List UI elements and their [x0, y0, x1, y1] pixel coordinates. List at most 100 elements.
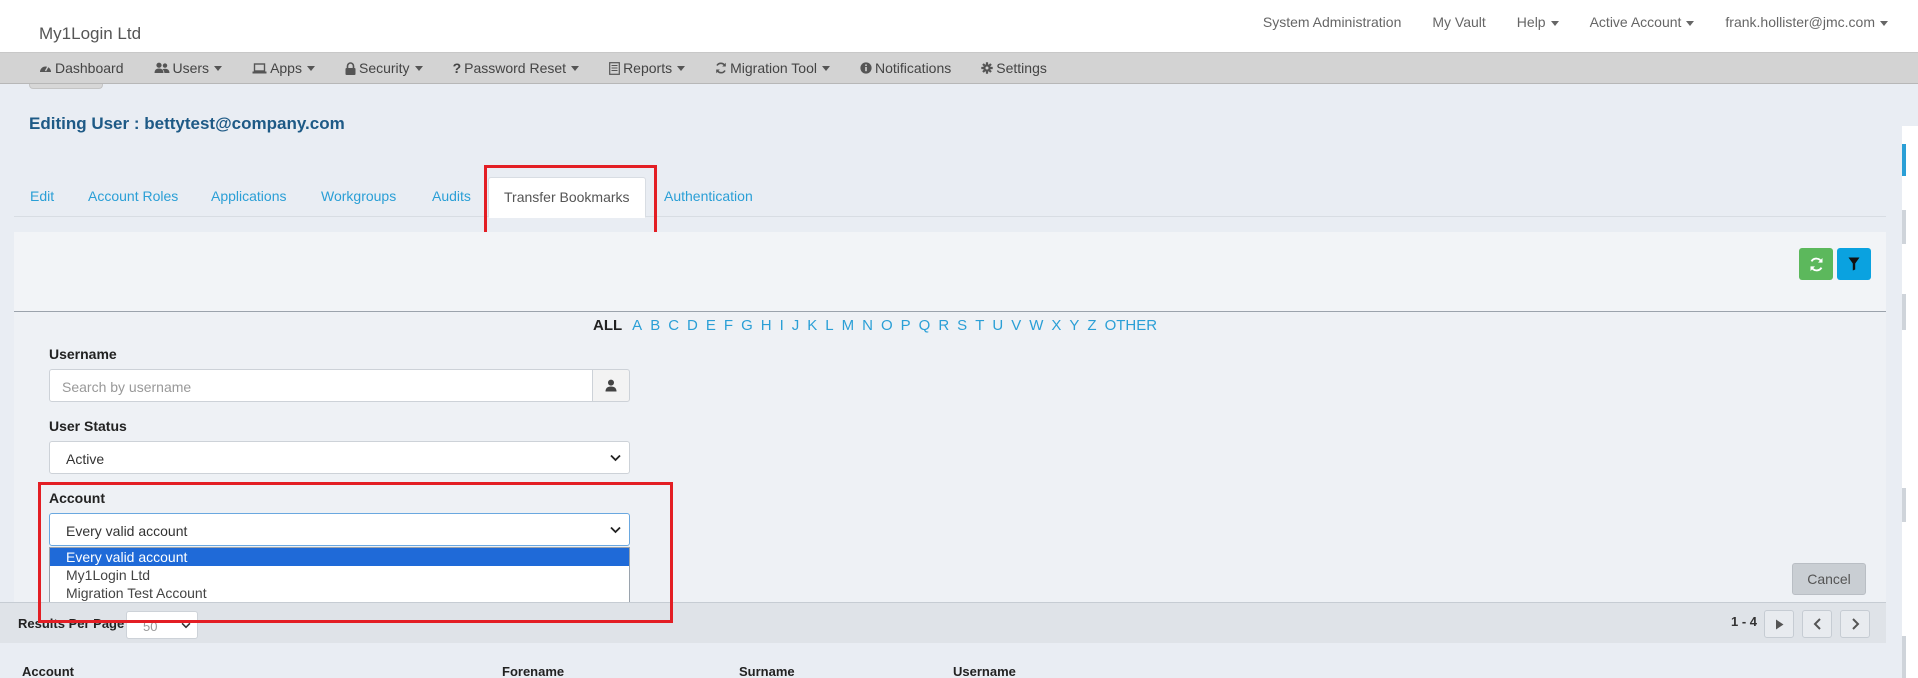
- link-label: Help: [1516, 14, 1546, 30]
- filter-button[interactable]: [1837, 248, 1871, 280]
- username-label: Username: [49, 346, 117, 362]
- nav-label: Apps: [270, 60, 302, 76]
- nav-dashboard[interactable]: Dashboard: [39, 60, 124, 76]
- column-surname[interactable]: Surname: [739, 664, 795, 678]
- link-label: My Vault: [1432, 14, 1486, 30]
- laptop-icon: [252, 62, 267, 73]
- play-icon: [1775, 619, 1783, 629]
- letter-m[interactable]: M: [842, 317, 855, 334]
- column-forename[interactable]: Forename: [502, 664, 564, 678]
- letter-c[interactable]: C: [668, 317, 679, 334]
- scroll-marker[interactable]: [1902, 488, 1906, 522]
- tab-applications[interactable]: Applications: [211, 188, 287, 204]
- nav-migration-tool[interactable]: Migration Tool: [715, 60, 830, 76]
- letter-w[interactable]: W: [1029, 317, 1043, 334]
- caret-down-icon: [822, 65, 830, 71]
- nav-apps[interactable]: Apps: [252, 60, 315, 76]
- letter-g[interactable]: G: [741, 317, 753, 334]
- gear-icon: [981, 62, 993, 74]
- refresh-icon: [1810, 257, 1822, 271]
- nav-reports[interactable]: Reports: [609, 60, 686, 76]
- letter-o[interactable]: O: [881, 317, 893, 334]
- play-button[interactable]: [1764, 610, 1794, 638]
- caret-down-icon: [1880, 20, 1888, 26]
- caret-down-icon: [1686, 20, 1695, 26]
- active-account-menu[interactable]: Active Account: [1590, 14, 1695, 30]
- tab-authentication[interactable]: Authentication: [664, 188, 753, 204]
- letter-u[interactable]: U: [992, 317, 1003, 334]
- tab-audits[interactable]: Audits: [432, 188, 471, 204]
- my-vault-link[interactable]: My Vault: [1432, 14, 1485, 30]
- letter-z[interactable]: Z: [1087, 317, 1096, 334]
- user-status-value: Active: [66, 451, 105, 467]
- user-status-select[interactable]: Active: [49, 441, 630, 474]
- question-icon: ?: [452, 60, 462, 76]
- link-label: frank.hollister@jmc.com: [1725, 14, 1875, 30]
- letter-y[interactable]: Y: [1069, 317, 1079, 334]
- letter-k[interactable]: K: [807, 317, 817, 334]
- letter-l[interactable]: L: [825, 317, 833, 334]
- letter-v[interactable]: V: [1011, 317, 1021, 334]
- letter-f[interactable]: F: [724, 317, 733, 334]
- letter-r[interactable]: R: [938, 317, 949, 334]
- letter-b[interactable]: B: [650, 317, 660, 334]
- scroll-marker[interactable]: [1902, 294, 1906, 330]
- nav-password-reset[interactable]: ? Password Reset: [453, 60, 580, 76]
- letter-e[interactable]: E: [706, 317, 716, 334]
- nav-label: Users: [172, 60, 210, 76]
- nav-settings[interactable]: Settings: [981, 60, 1047, 76]
- back-button-stub[interactable]: [29, 84, 103, 89]
- tab-account-roles[interactable]: Account Roles: [88, 188, 178, 204]
- tab-workgroups[interactable]: Workgroups: [321, 188, 396, 204]
- nav-notifications[interactable]: Notifications: [860, 60, 951, 76]
- nav-users[interactable]: Users: [154, 60, 223, 76]
- scroll-marker[interactable]: [1902, 636, 1906, 678]
- letter-p[interactable]: P: [901, 317, 911, 334]
- system-administration-link[interactable]: System Administration: [1263, 14, 1402, 30]
- user-menu[interactable]: frank.hollister@jmc.com: [1725, 14, 1888, 30]
- scroll-marker[interactable]: [1902, 210, 1906, 244]
- users-icon: [154, 62, 169, 73]
- column-username[interactable]: Username: [953, 664, 1016, 678]
- previous-page-button[interactable]: [1802, 610, 1832, 638]
- nav-label: Settings: [996, 60, 1047, 76]
- letter-t[interactable]: T: [975, 317, 984, 334]
- next-page-button[interactable]: [1840, 610, 1870, 638]
- dashboard-icon: [40, 66, 51, 72]
- letter-other[interactable]: OTHER: [1105, 317, 1158, 334]
- letter-s[interactable]: S: [957, 317, 967, 334]
- user-lookup-button[interactable]: [592, 369, 630, 402]
- nav-security[interactable]: Security: [345, 60, 423, 76]
- brand-name[interactable]: My1Login Ltd: [39, 24, 141, 44]
- side-scroll-strip: [1902, 126, 1918, 678]
- nav-label: Password Reset: [464, 60, 567, 76]
- refresh-button[interactable]: [1799, 248, 1833, 280]
- letter-x[interactable]: X: [1051, 317, 1061, 334]
- main-nav: Dashboard Users Apps Security ? Password…: [0, 53, 1918, 84]
- nav-label: Notifications: [875, 60, 952, 76]
- cancel-button[interactable]: Cancel: [1792, 563, 1866, 595]
- user-status-label: User Status: [49, 418, 127, 434]
- letter-j[interactable]: J: [792, 317, 800, 334]
- letter-i[interactable]: I: [780, 317, 784, 334]
- chevron-down-icon: [610, 454, 621, 462]
- top-bar: My1Login Ltd System Administration My Va…: [0, 0, 1918, 53]
- caret-down-icon: [214, 65, 223, 71]
- username-placeholder: Search by username: [62, 379, 192, 395]
- caret-down-icon: [571, 65, 580, 71]
- letter-h[interactable]: H: [761, 317, 772, 334]
- letter-all[interactable]: ALL: [593, 317, 622, 334]
- letter-d[interactable]: D: [687, 317, 698, 334]
- letter-a[interactable]: A: [632, 317, 642, 334]
- refresh-icon: [716, 62, 726, 74]
- panel-header: [14, 232, 1886, 312]
- tab-edit[interactable]: Edit: [30, 188, 54, 204]
- letter-n[interactable]: N: [862, 317, 873, 334]
- scroll-marker[interactable]: [1902, 144, 1906, 176]
- nav-label: Reports: [623, 60, 673, 76]
- username-search-input[interactable]: Search by username: [49, 369, 593, 402]
- lock-icon: [345, 61, 356, 75]
- column-account[interactable]: Account: [22, 664, 74, 678]
- help-menu[interactable]: Help: [1517, 14, 1559, 30]
- letter-q[interactable]: Q: [919, 317, 931, 334]
